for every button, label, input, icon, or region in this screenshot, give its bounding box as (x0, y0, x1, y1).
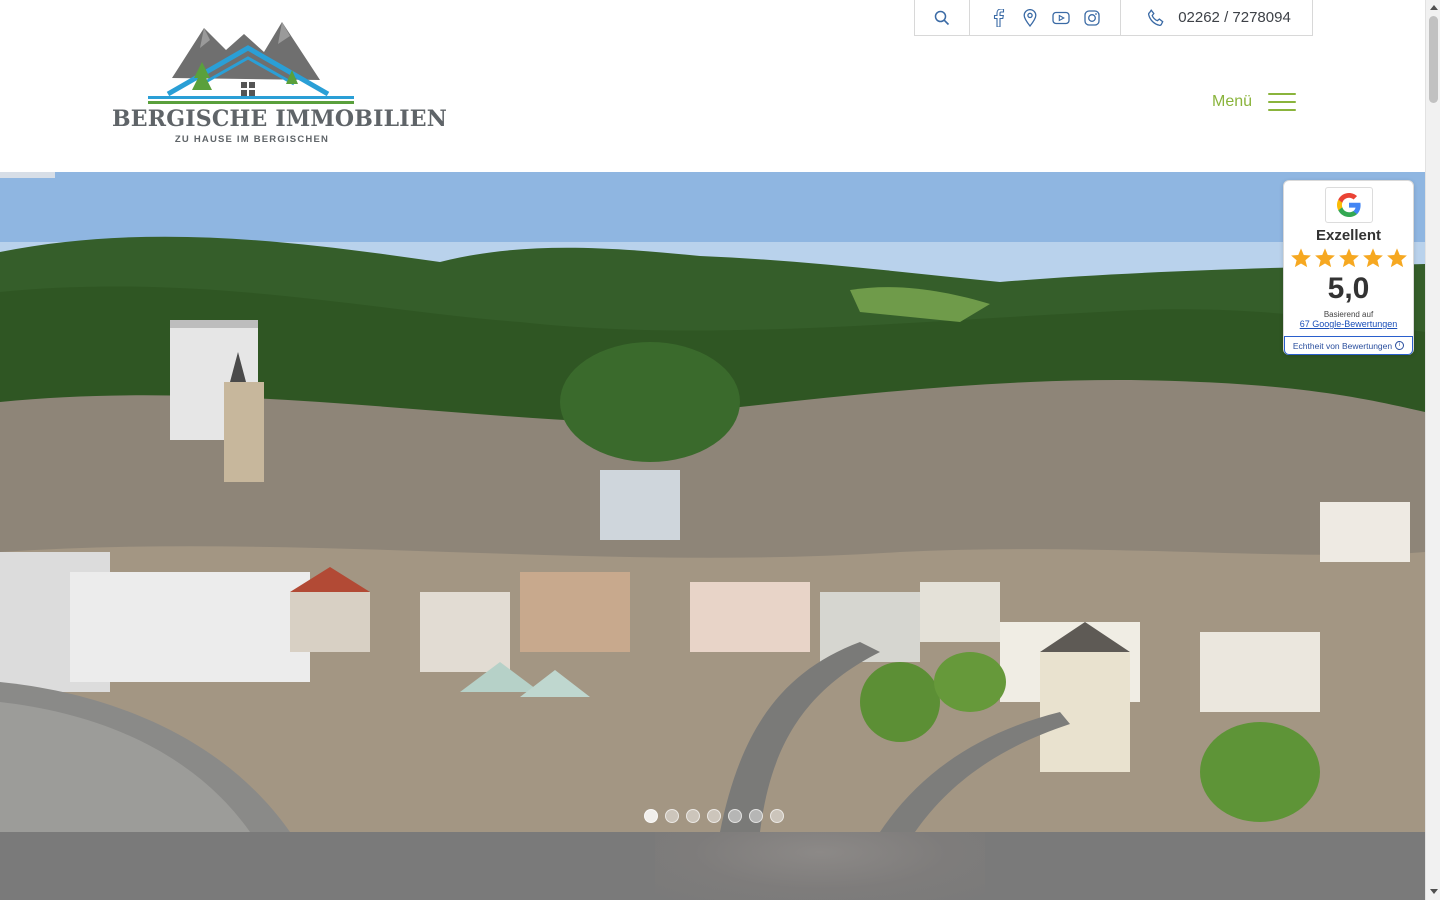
rating-stars (1290, 247, 1408, 269)
hero-slider (0, 172, 1425, 832)
rating-score: 5,0 (1327, 272, 1370, 305)
brand-title: BERGISCHE IMMOBILIEN (112, 106, 448, 132)
logo[interactable]: BERGISCHE IMMOBILIEN ZU HAUSE IM BERGISC… (112, 18, 448, 150)
phone-icon (1146, 8, 1166, 28)
scroll-down-arrow-icon[interactable] (1430, 889, 1438, 894)
based-on-label: Basierend auf (1323, 310, 1374, 319)
star-icon (1339, 248, 1359, 268)
slider-dot-3[interactable] (686, 809, 700, 823)
review-authenticity-link[interactable]: Echtheit von Bewertungen i (1284, 336, 1413, 355)
search-cell (915, 0, 970, 35)
slider-dots (644, 809, 784, 823)
logo-house-mountains-icon (148, 22, 354, 104)
rating-word: Exzellent (1315, 227, 1382, 244)
google-logo-box (1325, 187, 1373, 223)
slider-dot-7[interactable] (770, 809, 784, 823)
facebook-icon[interactable] (989, 8, 1009, 28)
verify-label: Echtheit von Bewertungen (1292, 340, 1393, 351)
slider-dot-5[interactable] (728, 809, 742, 823)
scroll-up-arrow-icon[interactable] (1430, 5, 1438, 10)
phone-cell[interactable]: 02262 / 7278094 (1121, 0, 1312, 35)
brand-tagline: ZU HAUSE IM BERGISCHEN (174, 134, 330, 145)
page: BERGISCHE IMMOBILIEN ZU HAUSE IM BERGISC… (0, 0, 1425, 900)
slider-dot-1[interactable] (644, 809, 658, 823)
star-icon (1315, 248, 1335, 268)
search-icon[interactable] (932, 8, 952, 28)
star-icon (1387, 248, 1407, 268)
next-section (0, 832, 1425, 900)
site-header: BERGISCHE IMMOBILIEN ZU HAUSE IM BERGISC… (0, 0, 1425, 172)
slider-dot-6[interactable] (749, 809, 763, 823)
section-background-image (655, 832, 985, 900)
google-g-icon (1337, 193, 1361, 217)
top-utility-bar: 02262 / 7278094 (914, 0, 1313, 36)
menu-label: Menü (1212, 93, 1253, 110)
star-icon (1291, 248, 1311, 268)
hamburger-icon (1268, 93, 1297, 111)
social-links (970, 0, 1121, 35)
instagram-icon[interactable] (1082, 8, 1102, 28)
slider-dot-4[interactable] (707, 809, 721, 823)
reviews-count-link[interactable]: 67 Google-Bewertungen (1284, 319, 1413, 329)
phone-number[interactable]: 02262 / 7278094 (1178, 9, 1291, 26)
map-pin-icon[interactable] (1020, 8, 1040, 28)
hero-image (0, 172, 1425, 832)
youtube-icon[interactable] (1051, 8, 1071, 28)
scrollbar-thumb[interactable] (1429, 16, 1438, 103)
google-reviews-widget[interactable]: Exzellent 5,0 Basierend auf 67 Google-Be… (1283, 180, 1414, 355)
hero-corner-mark (0, 172, 55, 178)
slider-dot-2[interactable] (665, 809, 679, 823)
star-icon (1363, 248, 1383, 268)
menu-toggle[interactable]: Menü (1212, 88, 1297, 116)
info-icon: i (1395, 341, 1405, 350)
page-scrollbar[interactable] (1425, 0, 1440, 900)
